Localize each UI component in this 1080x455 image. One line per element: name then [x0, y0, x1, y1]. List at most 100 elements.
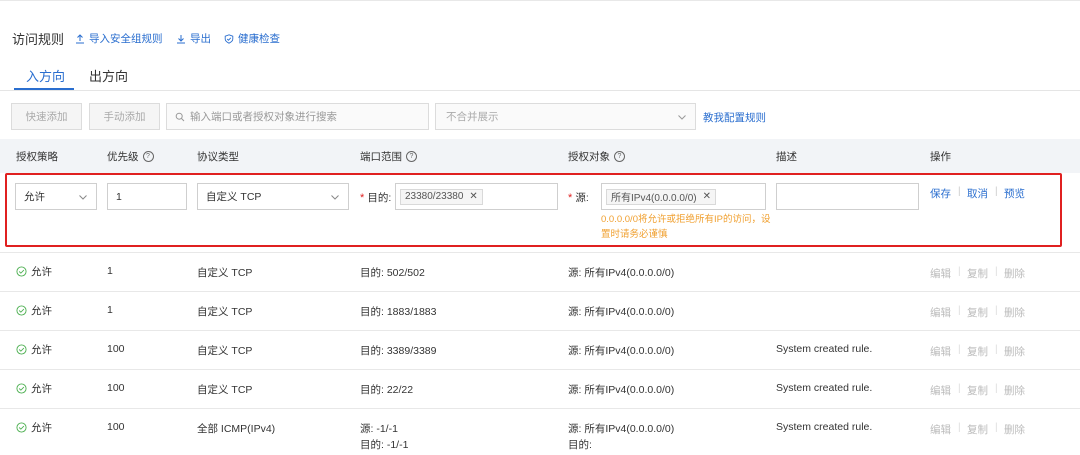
- check-circle-icon: [16, 266, 27, 277]
- delete-button[interactable]: 删除: [1004, 344, 1025, 359]
- upload-icon: [76, 33, 84, 43]
- table-row-port: 源: -1/-1: [360, 423, 398, 435]
- separator: |: [958, 422, 961, 433]
- help-config-link[interactable]: 教我配置规则: [703, 110, 766, 125]
- column-auth-object: 授权对象?: [568, 149, 625, 164]
- table-row-priority: 1: [107, 265, 113, 277]
- description-input[interactable]: [776, 183, 919, 210]
- copy-button[interactable]: 复制: [967, 422, 988, 437]
- copy-button[interactable]: 复制: [967, 266, 988, 281]
- table-row-source: 源: 所有IPv4(0.0.0.0/0): [568, 345, 675, 357]
- table-row-protocol: 自定义 TCP: [197, 384, 253, 396]
- table-row-protocol: 自定义 TCP: [197, 267, 253, 279]
- protocol-value: 自定义 TCP: [206, 191, 262, 203]
- table-row-port: 目的: 502/502: [360, 267, 425, 279]
- delete-button[interactable]: 删除: [1004, 383, 1025, 398]
- separator: |: [995, 186, 998, 197]
- table-row-port-2: 目的: -1/-1: [360, 439, 409, 451]
- column-port-range: 端口范围?: [360, 149, 417, 164]
- table-row-protocol: 自定义 TCP: [197, 306, 253, 318]
- source-input[interactable]: 所有IPv4(0.0.0.0/0) ✕: [601, 183, 766, 210]
- merge-display-value: 不合并展示: [446, 111, 499, 123]
- tabs-divider: [0, 90, 1080, 91]
- port-tag: 23380/23380 ✕: [400, 188, 483, 205]
- close-icon[interactable]: ✕: [469, 191, 477, 202]
- priority-value: 1: [116, 190, 122, 203]
- table-row-policy: 允许: [16, 303, 52, 318]
- page-title: 访问规则: [12, 32, 65, 47]
- column-actions: 操作: [930, 151, 951, 163]
- active-tab-indicator: [14, 88, 74, 90]
- table-row-protocol: 自定义 TCP: [197, 345, 253, 357]
- preview-button[interactable]: 预览: [1004, 186, 1025, 201]
- tab-inbound[interactable]: 入方向: [26, 66, 65, 85]
- delete-button[interactable]: 删除: [1004, 305, 1025, 320]
- cancel-button[interactable]: 取消: [967, 186, 988, 201]
- edit-button[interactable]: 编辑: [930, 383, 951, 398]
- manual-add-button[interactable]: 手动添加: [89, 103, 160, 130]
- export-label: 导出: [190, 33, 211, 45]
- copy-button[interactable]: 复制: [967, 305, 988, 320]
- row-divider: [0, 252, 1080, 253]
- chevron-down-icon: [79, 195, 87, 200]
- separator: |: [995, 344, 998, 355]
- save-button[interactable]: 保存: [930, 186, 951, 201]
- table-row-description: System created rule.: [776, 382, 873, 394]
- separator: |: [958, 186, 961, 197]
- search-placeholder: 输入端口或者授权对象进行搜索: [190, 111, 337, 123]
- edit-button[interactable]: 编辑: [930, 422, 951, 437]
- table-row-port: 目的: 22/22: [360, 384, 414, 396]
- separator: |: [958, 383, 961, 394]
- separator: |: [995, 383, 998, 394]
- help-icon[interactable]: ?: [614, 151, 625, 162]
- top-divider: [0, 0, 1080, 1]
- source-tag: 所有IPv4(0.0.0.0/0) ✕: [606, 188, 716, 205]
- separator: |: [995, 266, 998, 277]
- rule-search-input[interactable]: 输入端口或者授权对象进行搜索: [166, 103, 429, 130]
- merge-display-select[interactable]: 不合并展示: [435, 103, 696, 130]
- table-row-policy: 允许: [16, 420, 52, 435]
- copy-button[interactable]: 复制: [967, 383, 988, 398]
- table-row-priority: 1: [107, 304, 113, 316]
- row-divider: [0, 330, 1080, 331]
- table-row-port: 目的: 1883/1883: [360, 306, 437, 318]
- edit-button[interactable]: 编辑: [930, 266, 951, 281]
- check-circle-icon: [16, 383, 27, 394]
- quick-add-button[interactable]: 快速添加: [11, 103, 82, 130]
- policy-select[interactable]: 允许: [15, 183, 97, 210]
- priority-input[interactable]: 1: [107, 183, 187, 210]
- tab-outbound[interactable]: 出方向: [89, 66, 128, 85]
- copy-button[interactable]: 复制: [967, 344, 988, 359]
- row-divider: [0, 408, 1080, 409]
- table-row-protocol: 全部 ICMP(IPv4): [197, 423, 276, 435]
- close-icon[interactable]: ✕: [703, 191, 711, 202]
- import-security-group-label: 导入安全组规则: [89, 33, 163, 45]
- help-icon[interactable]: ?: [406, 151, 417, 162]
- edit-button[interactable]: 编辑: [930, 305, 951, 320]
- row-divider: [0, 291, 1080, 292]
- table-row-source: 源: 所有IPv4(0.0.0.0/0): [568, 384, 675, 396]
- table-row-policy: 允许: [16, 381, 52, 396]
- delete-button[interactable]: 删除: [1004, 266, 1025, 281]
- delete-button[interactable]: 删除: [1004, 422, 1025, 437]
- check-circle-icon: [16, 422, 27, 433]
- table-row-priority: 100: [107, 382, 125, 394]
- port-input[interactable]: 23380/23380 ✕: [395, 183, 558, 210]
- health-check-label: 健康检查: [238, 33, 280, 45]
- port-label: * 目的:: [360, 192, 392, 204]
- table-row-description: System created rule.: [776, 421, 873, 433]
- source-label: * 源:: [568, 192, 589, 204]
- separator: |: [958, 344, 961, 355]
- separator: |: [995, 422, 998, 433]
- protocol-select[interactable]: 自定义 TCP: [197, 183, 349, 210]
- row-divider: [0, 369, 1080, 370]
- help-icon[interactable]: ?: [142, 151, 154, 162]
- export-link[interactable]: 导出: [176, 31, 211, 46]
- health-check-link[interactable]: 健康检查: [224, 31, 280, 46]
- table-row-source: 源: 所有IPv4(0.0.0.0/0): [568, 423, 675, 435]
- table-row-source: 源: 所有IPv4(0.0.0.0/0): [568, 306, 675, 318]
- import-security-group-link[interactable]: 导入安全组规则: [75, 31, 163, 46]
- check-circle-icon: [16, 344, 27, 355]
- shield-check-icon: [224, 33, 234, 44]
- edit-button[interactable]: 编辑: [930, 344, 951, 359]
